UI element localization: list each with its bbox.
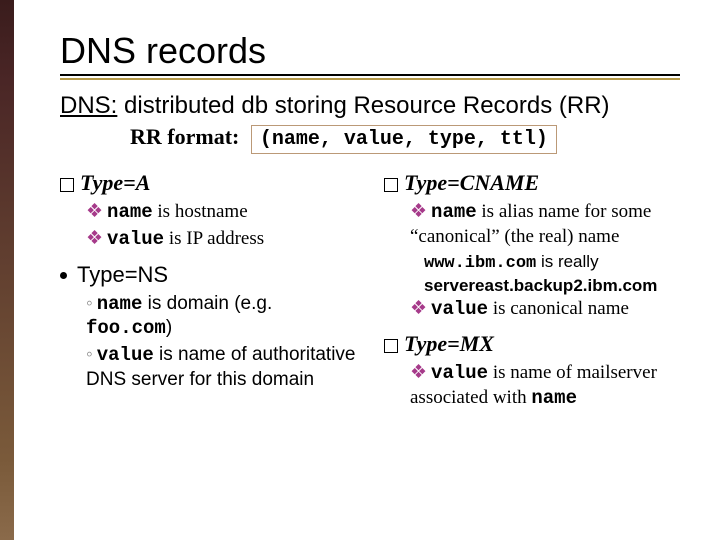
subtitle: DNS: distributed db storing Resource Rec… bbox=[60, 92, 680, 120]
type-ns-line1: ◦name is domain (e.g. foo.com) bbox=[86, 292, 356, 342]
type-ns-line2: ◦value is name of authoritative DNS serv… bbox=[86, 343, 356, 392]
type-cname-example1: www.ibm.com is really bbox=[424, 251, 680, 275]
type-a-line1: ❖name is hostname bbox=[86, 200, 356, 225]
circle-bullet-icon: ◦ bbox=[86, 344, 93, 365]
left-column: Type=A ❖name is hostname ❖value is IP ad… bbox=[60, 168, 356, 413]
circle-bullet-icon: ◦ bbox=[86, 293, 93, 314]
type-cname-line2: ❖value is canonical name bbox=[410, 297, 680, 322]
type-cname-example2: servereast.backup2.ibm.com bbox=[424, 275, 680, 297]
rr-format-box: (name, value, type, ttl) bbox=[251, 125, 557, 154]
diamond-icon: ❖ bbox=[410, 298, 427, 319]
diamond-icon: ❖ bbox=[410, 362, 427, 383]
type-cname-heading: Type=CNAME bbox=[384, 170, 680, 196]
subtitle-underlined: DNS: bbox=[60, 92, 117, 119]
type-a-line2: ❖value is IP address bbox=[86, 227, 356, 252]
diamond-icon: ❖ bbox=[86, 201, 103, 222]
subtitle-rest: distributed db storing Resource Records … bbox=[117, 92, 609, 119]
square-bullet-icon bbox=[60, 178, 74, 192]
rr-format-line: RR format: (name, value, type, ttl) bbox=[130, 124, 680, 154]
square-bullet-icon bbox=[384, 178, 398, 192]
type-ns-heading: Type=NS bbox=[60, 262, 356, 288]
title-rule-black bbox=[60, 74, 680, 76]
type-mx-heading: Type=MX bbox=[384, 331, 680, 357]
title-rule-gold bbox=[60, 78, 680, 80]
right-column: Type=CNAME ❖name is alias name for some … bbox=[384, 168, 680, 413]
diamond-icon: ❖ bbox=[86, 228, 103, 249]
square-bullet-icon bbox=[384, 339, 398, 353]
type-mx-line1: ❖value is name of mailserver associated … bbox=[410, 361, 680, 411]
slide-title: DNS records bbox=[60, 30, 680, 72]
diamond-icon: ❖ bbox=[410, 201, 427, 222]
type-a-heading: Type=A bbox=[60, 170, 356, 196]
type-cname-line1: ❖name is alias name for some “canonical”… bbox=[410, 200, 680, 249]
rr-format-label: RR format: bbox=[130, 124, 239, 149]
